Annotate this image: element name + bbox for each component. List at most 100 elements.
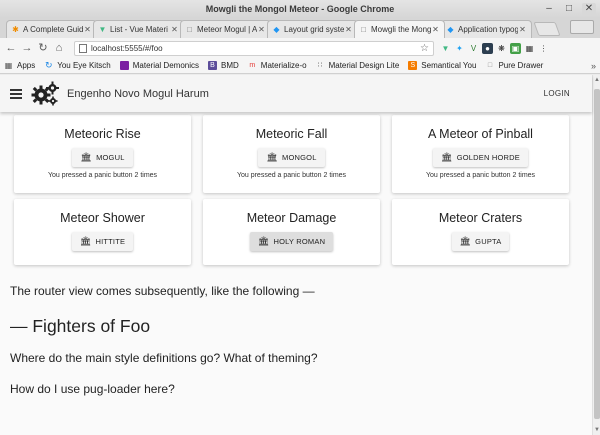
tab-label: Application typog xyxy=(458,25,518,34)
tab-close-icon[interactable]: ✕ xyxy=(431,25,440,34)
refresh-icon: ↻ xyxy=(44,60,53,70)
bookmark-label: Materialize-o xyxy=(260,61,307,70)
panic-button[interactable]: 🏛 MONGOL xyxy=(258,148,325,167)
bookmark-item[interactable]: ▦ Apps xyxy=(4,61,36,70)
menu-dots-icon[interactable]: ⋮ xyxy=(538,43,549,54)
address-url[interactable]: localhost:5555/#/foo xyxy=(91,44,420,53)
apps-grid-icon: ▦ xyxy=(4,61,13,70)
panic-button[interactable]: 🏛 HITTITE xyxy=(71,232,134,251)
card-title: Meteoric Rise xyxy=(64,127,141,141)
bookmark-item[interactable]: ∷ Material Design Lite xyxy=(316,61,399,70)
orange-star-icon: ✱ xyxy=(12,25,19,34)
bookmark-item[interactable]: Material Demonics xyxy=(119,61,199,70)
bookmark-label: Material Demonics xyxy=(132,61,199,70)
bookmark-item[interactable]: □ Pure Drawer xyxy=(485,61,544,70)
browser-tab[interactable]: ▼ List - Vue Materi ✕ xyxy=(93,20,184,38)
panic-button[interactable]: 🏛 GUPTA xyxy=(451,232,510,251)
tab-close-icon[interactable]: ✕ xyxy=(83,25,92,34)
bookmark-label: Semantical You xyxy=(421,61,477,70)
browser-tab[interactable]: □ Meteor Mogul | A ✕ xyxy=(180,20,271,38)
dots-icon: ∷ xyxy=(317,62,323,69)
twitter-icon[interactable]: ✦ xyxy=(454,43,465,54)
bookmark-star-icon[interactable]: ☆ xyxy=(420,43,429,54)
back-arrow-icon[interactable]: ← xyxy=(4,41,18,55)
tab-close-icon[interactable]: ✕ xyxy=(344,25,353,34)
close-window-icon[interactable]: ✕ xyxy=(582,3,596,15)
press-count-text: You pressed a panic button 2 times xyxy=(47,172,158,179)
new-tab-button[interactable] xyxy=(533,22,561,36)
forward-arrow-icon[interactable]: → xyxy=(20,41,34,55)
meteor-card: A Meteor of Pinball 🏛 GOLDEN HORDE You p… xyxy=(392,115,569,193)
fox-icon[interactable]: ● xyxy=(482,42,493,54)
reload-icon[interactable]: ↻ xyxy=(36,41,50,55)
page-info-icon[interactable] xyxy=(79,43,87,53)
login-button[interactable]: LOGIN xyxy=(544,89,570,98)
minimize-icon[interactable]: – xyxy=(542,3,556,15)
page-viewport: Engenho Novo Mogul Harum LOGIN Meteoric … xyxy=(0,75,600,435)
press-count-text: You pressed a panic button 2 times xyxy=(236,172,347,179)
browser-tab-active[interactable]: □ Mowgli the Mong ✕ xyxy=(354,20,445,38)
meteor-card: Meteoric Rise 🏛 MOGUL You pressed a pani… xyxy=(14,115,191,193)
bank-icon: 🏛 xyxy=(80,152,93,162)
router-view-content: The router view comes subsequently, like… xyxy=(10,284,570,396)
maximize-icon[interactable]: □ xyxy=(562,3,576,15)
tab-label: Layout grid syste xyxy=(284,25,344,34)
browser-toolbar: ← → ↻ ⌂ localhost:5555/#/foo ☆ ▼ ✦ V ● ❋… xyxy=(0,38,600,58)
bookmark-item[interactable]: S Semantical You xyxy=(408,61,476,70)
blue-drop-icon: ◆ xyxy=(273,25,280,34)
browser-tab[interactable]: ✱ A Complete Guid ✕ xyxy=(6,20,97,38)
bookmark-label: Pure Drawer xyxy=(498,61,544,70)
button-label: HITTITE xyxy=(95,237,126,246)
bookmark-item[interactable]: B BMD xyxy=(208,61,239,70)
tab-label: A Complete Guid xyxy=(23,25,83,34)
scroll-down-icon[interactable]: ▼ xyxy=(593,427,600,433)
tab-close-icon[interactable]: ✕ xyxy=(170,25,179,34)
profile-button[interactable] xyxy=(570,20,594,34)
meteor-card: Meteoric Fall 🏛 MONGOL You pressed a pan… xyxy=(203,115,380,193)
meteor-card: Meteor Damage 🏛 HOLY ROMAN xyxy=(203,199,380,265)
meteor-card: Meteor Shower 🏛 HITTITE xyxy=(14,199,191,265)
panic-button[interactable]: 🏛 GOLDEN HORDE xyxy=(433,148,528,167)
window-controls: – □ ✕ xyxy=(542,3,596,15)
panic-button[interactable]: 🏛 MOGUL xyxy=(72,148,133,167)
section-heading: — Fighters of Foo xyxy=(10,316,151,336)
browser-tab[interactable]: ◆ Application typog ✕ xyxy=(441,20,532,38)
card-title: A Meteor of Pinball xyxy=(428,127,533,141)
browser-tab[interactable]: ◆ Layout grid syste ✕ xyxy=(267,20,358,38)
more-bookmarks-icon[interactable]: » xyxy=(591,61,596,71)
panic-button[interactable]: 🏛 HOLY ROMAN xyxy=(249,232,334,251)
vue-icon: ▼ xyxy=(98,25,107,34)
tab-close-icon[interactable]: ✕ xyxy=(257,25,266,34)
button-label: GOLDEN HORDE xyxy=(456,153,520,162)
card-title: Meteor Craters xyxy=(438,211,523,225)
home-icon[interactable]: ⌂ xyxy=(52,41,66,55)
card-title: Meteor Shower xyxy=(60,211,145,225)
page-scrollbar[interactable]: ▲ ▼ xyxy=(592,75,600,435)
gears-logo-icon xyxy=(31,81,59,107)
vee-icon[interactable]: V xyxy=(468,43,479,54)
button-label: HOLY ROMAN xyxy=(273,237,326,246)
tab-close-icon[interactable]: ✕ xyxy=(518,25,527,34)
button-label: GUPTA xyxy=(475,237,502,246)
page-icon: □ xyxy=(361,25,366,34)
question-text: Where do the main style definitions go? … xyxy=(10,351,318,365)
github-icon[interactable]: ❋ xyxy=(496,43,507,54)
address-bar[interactable]: localhost:5555/#/foo ☆ xyxy=(74,40,434,56)
scrollbar-thumb[interactable] xyxy=(594,89,600,419)
app-title: Engenho Novo Mogul Harum xyxy=(67,87,209,100)
press-count-text: You pressed a panic button 2 times xyxy=(425,172,536,179)
scroll-up-icon[interactable]: ▲ xyxy=(593,77,600,83)
puzzle-icon[interactable]: ▣ xyxy=(510,42,521,54)
orange-icon: S xyxy=(408,61,418,70)
bank-icon: 🏛 xyxy=(266,152,279,162)
bookmark-label: BMD xyxy=(221,61,239,70)
menu-icon[interactable] xyxy=(10,88,22,99)
bank-icon: 🏛 xyxy=(459,236,472,246)
bookmark-item[interactable]: ↻ You Eye Kitsch xyxy=(44,60,111,71)
bookmark-item[interactable]: m Materialize-o xyxy=(248,61,307,70)
vue-devtools-icon[interactable]: ▼ xyxy=(440,43,451,54)
extension-icon[interactable]: ▦ xyxy=(524,43,535,54)
purple-square-icon xyxy=(119,61,129,70)
tab-strip: ✱ A Complete Guid ✕ ▼ List - Vue Materi … xyxy=(0,18,600,38)
button-label: MOGUL xyxy=(96,153,125,162)
